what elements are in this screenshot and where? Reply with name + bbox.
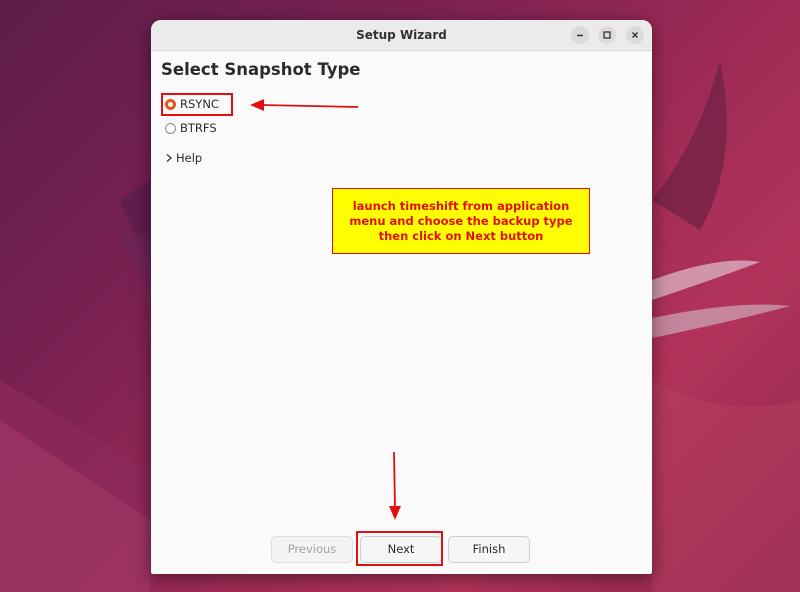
- title-bar: Setup Wizard: [151, 20, 652, 51]
- close-icon: [632, 32, 638, 38]
- option-btrfs[interactable]: BTRFS: [165, 121, 217, 135]
- setup-wizard-window: Setup Wizard Select Snapshot Type RSYNC …: [151, 20, 652, 574]
- finish-button[interactable]: Finish: [448, 536, 530, 563]
- option-label: BTRFS: [180, 121, 217, 135]
- highlight-box-next: [356, 531, 443, 566]
- help-expander[interactable]: Help: [165, 151, 202, 165]
- annotation-note: launch timeshift from application menu a…: [332, 188, 590, 254]
- page-title: Select Snapshot Type: [161, 60, 361, 79]
- highlight-box-rsync: [161, 93, 233, 116]
- annotation-line-1: launch timeshift from application: [352, 198, 570, 213]
- previous-button[interactable]: Previous: [271, 536, 353, 563]
- chevron-right-icon: [166, 154, 172, 162]
- annotation-line-2: menu and choose the backup type: [349, 213, 573, 228]
- close-button[interactable]: [626, 26, 644, 44]
- minimize-icon: [577, 34, 583, 37]
- maximize-button[interactable]: [598, 26, 616, 44]
- maximize-icon: [603, 31, 611, 39]
- radio-unselected-icon[interactable]: [165, 122, 176, 134]
- annotation-line-3: then click on Next button: [378, 228, 544, 243]
- help-label: Help: [176, 151, 203, 165]
- minimize-button[interactable]: [571, 26, 589, 44]
